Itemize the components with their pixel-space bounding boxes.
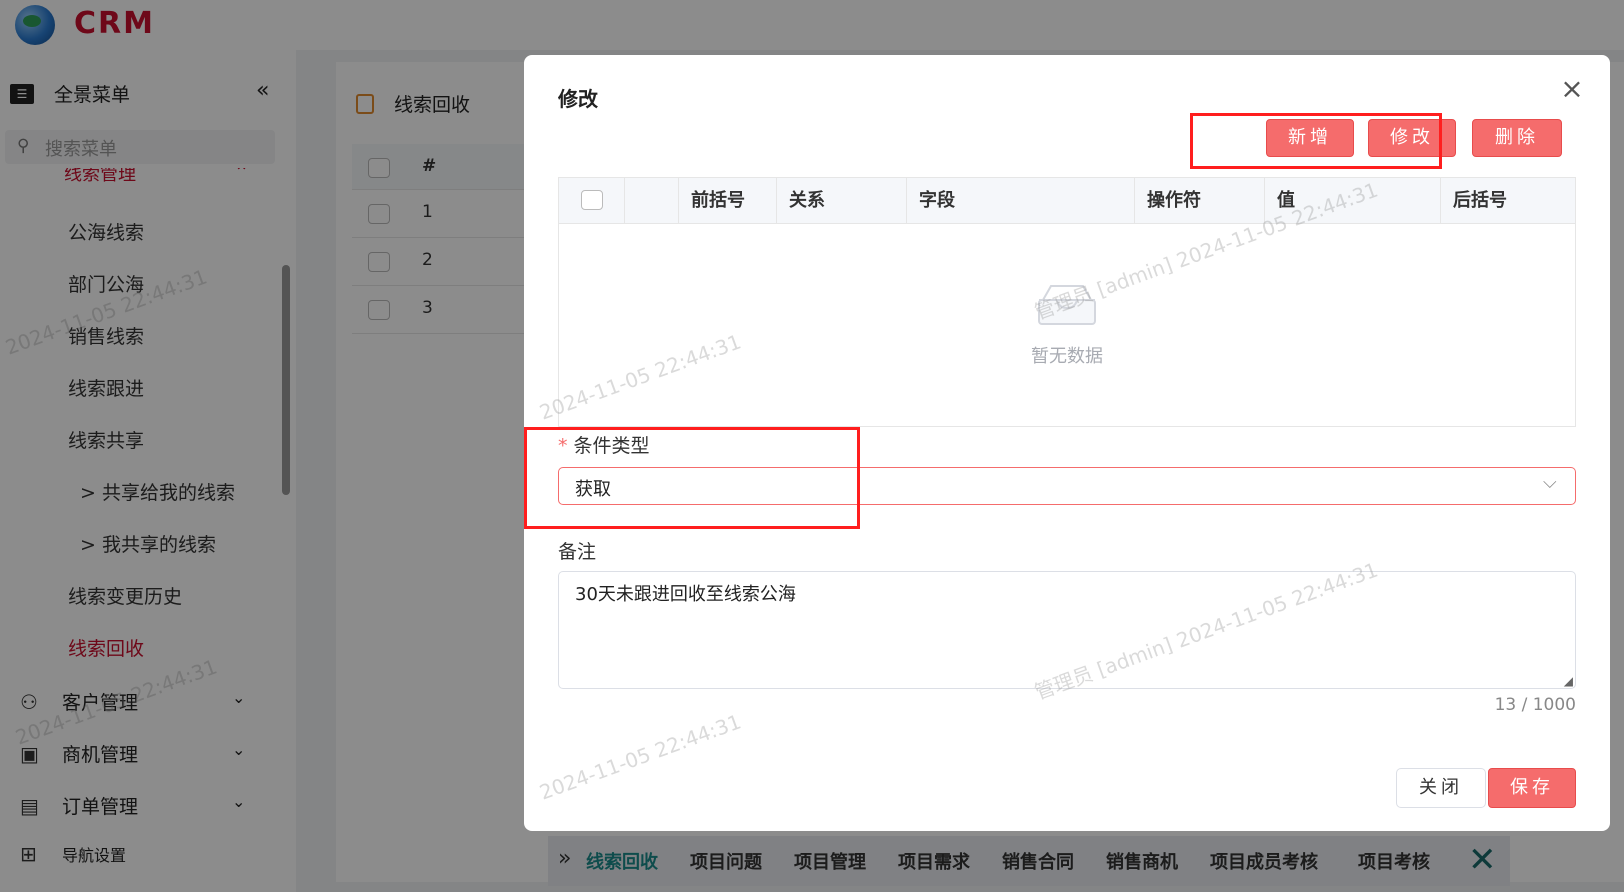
condition-grid: 前括号 关系 字段 操作符 值 后括号 暂无数据 xyxy=(558,177,1576,427)
column-header-relation: 关系 xyxy=(777,178,907,224)
close-icon[interactable]: × xyxy=(1558,75,1586,103)
condition-type-label: * 条件类型 xyxy=(558,431,650,458)
remark-char-counter: 13 / 1000 xyxy=(1494,695,1576,715)
add-button[interactable]: 新增 xyxy=(1266,119,1354,157)
dialog-title: 修改 xyxy=(558,87,598,111)
save-button[interactable]: 保存 xyxy=(1488,768,1576,808)
edit-button[interactable]: 修改 xyxy=(1368,119,1456,157)
grid-select-col xyxy=(559,178,625,224)
column-header-left-bracket: 前括号 xyxy=(679,178,777,224)
resize-handle-icon[interactable]: ◢ xyxy=(1564,674,1573,688)
watermark: 2024-11-05 22:44:31 xyxy=(536,709,744,804)
watermark-time: 2024-11-05 22:44:31 xyxy=(536,709,745,805)
condition-type-label-text: 条件类型 xyxy=(573,435,650,457)
empty-state-text: 暂无数据 xyxy=(1031,346,1103,367)
column-header-operator: 操作符 xyxy=(1135,178,1265,224)
delete-button[interactable]: 删除 xyxy=(1472,119,1562,157)
column-header-field: 字段 xyxy=(907,178,1135,224)
edit-dialog: 修改 × 新增 修改 删除 前括号 关系 字段 操作符 值 后括号 暂无数据 *… xyxy=(524,55,1610,831)
remark-label: 备注 xyxy=(558,541,597,563)
chevron-down-icon: ⌵ xyxy=(1543,472,1557,493)
condition-type-select[interactable]: 获取 ⌵ xyxy=(558,467,1576,505)
column-header-right-bracket: 后括号 xyxy=(1453,190,1507,211)
grid-index-col xyxy=(625,178,679,224)
condition-type-value: 获取 xyxy=(575,479,611,500)
grid-select-all-checkbox[interactable] xyxy=(581,190,603,210)
required-mark: * xyxy=(558,435,568,457)
empty-inbox-icon xyxy=(1038,285,1096,325)
grid-header: 前括号 关系 字段 操作符 值 后括号 xyxy=(559,178,1575,224)
close-button[interactable]: 关闭 xyxy=(1396,768,1486,808)
remark-value: 30天未跟进回收至线索公海 xyxy=(575,584,796,605)
remark-textarea[interactable]: 30天未跟进回收至线索公海 ◢ xyxy=(558,571,1576,689)
column-header-value: 值 xyxy=(1265,178,1441,224)
